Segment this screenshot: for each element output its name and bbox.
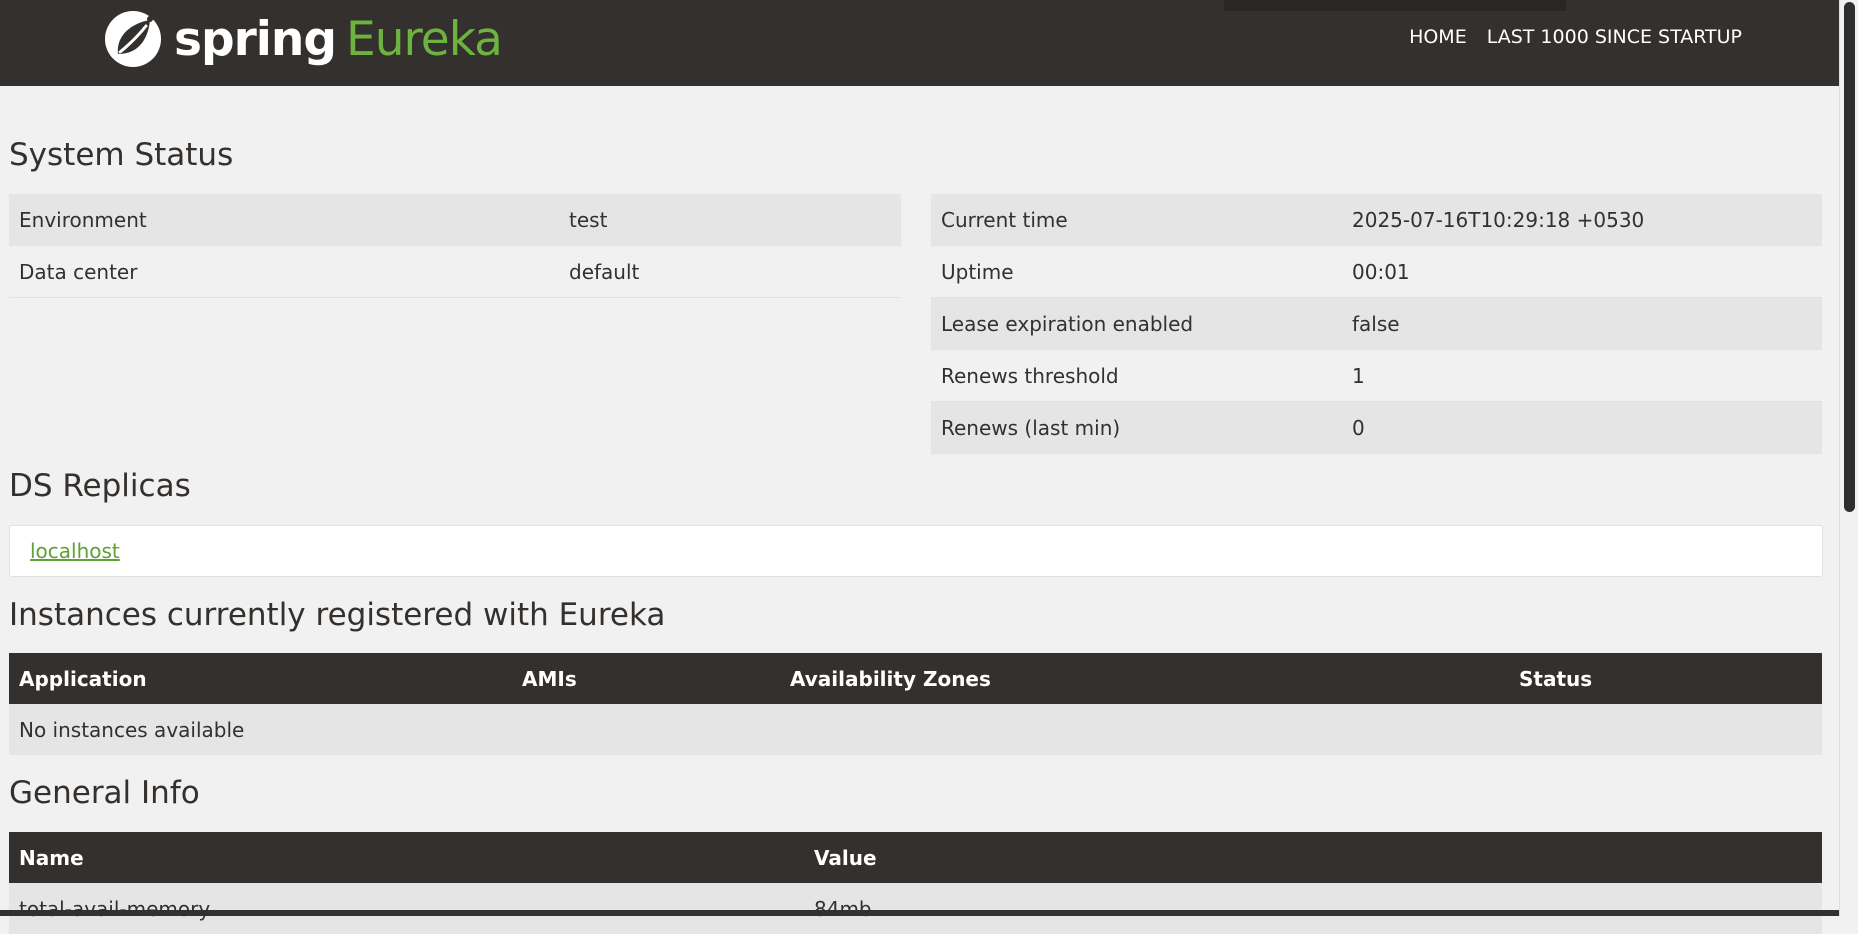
lease-expiration-value: false: [1342, 297, 1822, 350]
nav-home-link[interactable]: HOME: [1409, 26, 1467, 48]
table-header-row: Name Value: [9, 832, 1822, 883]
current-time-value: 2025-07-16T10:29:18 +0530: [1342, 194, 1822, 246]
system-status-left-table: Environment test Data center default: [9, 194, 901, 298]
lease-expiration-label: Lease expiration enabled: [931, 297, 1342, 350]
table-row: Uptime 00:01: [931, 245, 1822, 298]
scrollbar-thumb[interactable]: [1844, 2, 1855, 512]
table-row: Current time 2025-07-16T10:29:18 +0530: [931, 194, 1822, 246]
nav-last1000-link[interactable]: LAST 1000 SINCE STARTUP: [1487, 26, 1742, 48]
nav-overlay-strip: [1224, 0, 1566, 11]
col-value: Value: [804, 832, 1822, 883]
brand-logo[interactable]: spring Eureka: [104, 7, 503, 71]
brand-eureka-text: Eureka: [346, 11, 503, 67]
navbar: spring Eureka HOME LAST 1000 SINCE STARTU…: [0, 0, 1840, 86]
system-status-title: System Status: [9, 137, 234, 173]
general-info-table: Name Value total-avail-memory 84mb: [9, 832, 1822, 934]
ds-replicas-title: DS Replicas: [9, 468, 191, 504]
table-row: Environment test: [9, 194, 901, 246]
ds-replicas-panel: localhost: [9, 525, 1823, 577]
replica-localhost-link[interactable]: localhost: [30, 539, 120, 563]
env-label: Environment: [9, 194, 559, 246]
col-amis: AMIs: [512, 653, 780, 704]
renews-last-min-value: 0: [1342, 401, 1822, 454]
table-row: Lease expiration enabled false: [931, 297, 1822, 350]
instances-table: Application AMIs Availability Zones Stat…: [9, 653, 1822, 755]
brand-spring-text: spring: [174, 11, 337, 67]
col-status: Status: [1509, 653, 1822, 704]
window-bottom-edge: [0, 910, 1840, 916]
uptime-label: Uptime: [931, 245, 1342, 298]
scrollbar-track[interactable]: [1839, 0, 1858, 916]
col-name: Name: [9, 832, 804, 883]
system-status-right-table: Current time 2025-07-16T10:29:18 +0530 U…: [931, 194, 1822, 454]
table-row: total-avail-memory 84mb: [9, 883, 1822, 934]
renews-threshold-value: 1: [1342, 349, 1822, 402]
instances-title: Instances currently registered with Eure…: [9, 597, 666, 633]
table-row: Renews threshold 1: [931, 349, 1822, 402]
no-instances-message: No instances available: [9, 704, 1822, 755]
col-availability-zones: Availability Zones: [780, 653, 1509, 704]
nav-links: HOME LAST 1000 SINCE STARTUP: [1409, 26, 1742, 48]
renews-last-min-label: Renews (last min): [931, 401, 1342, 454]
uptime-value: 00:01: [1342, 245, 1822, 298]
renews-threshold-label: Renews threshold: [931, 349, 1342, 402]
table-row: Data center default: [9, 245, 901, 298]
col-application: Application: [9, 653, 512, 704]
table-row: Renews (last min) 0: [931, 401, 1822, 454]
info-value: 84mb: [804, 883, 1822, 934]
datacenter-value: default: [559, 245, 901, 298]
table-row: No instances available: [9, 704, 1822, 755]
spring-leaf-icon: [105, 11, 161, 67]
general-info-title: General Info: [9, 775, 200, 811]
table-header-row: Application AMIs Availability Zones Stat…: [9, 653, 1822, 704]
info-name: total-avail-memory: [9, 883, 804, 934]
datacenter-label: Data center: [9, 245, 559, 298]
current-time-label: Current time: [931, 194, 1342, 246]
env-value: test: [559, 194, 901, 246]
